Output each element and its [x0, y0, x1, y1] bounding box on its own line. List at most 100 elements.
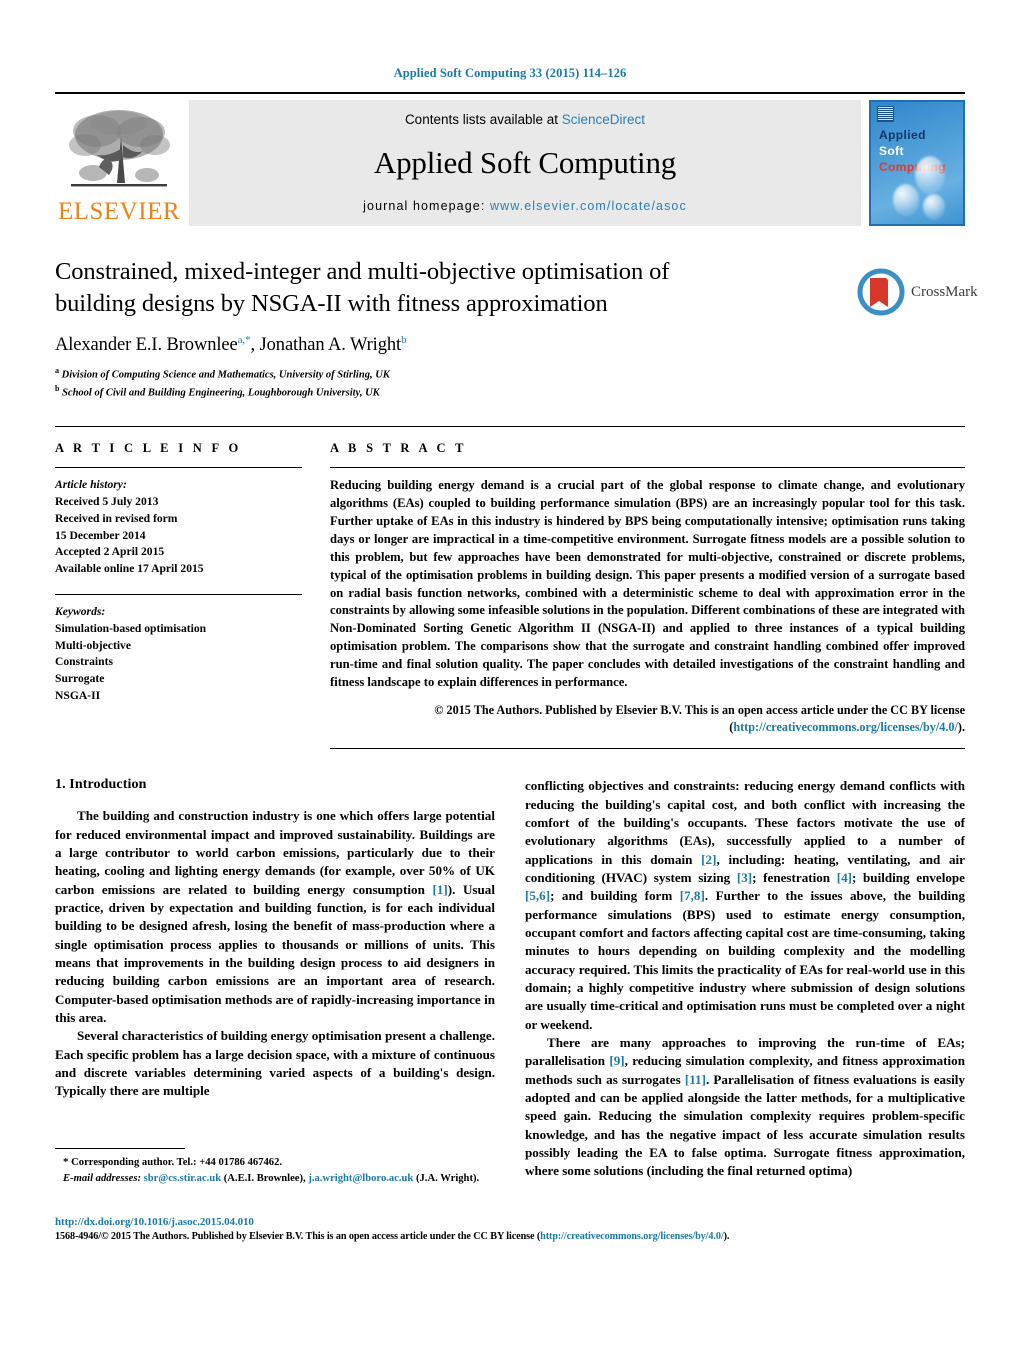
journal-cover-thumbnail: Applied Soft Computing	[869, 100, 965, 226]
contents-prefix: Contents lists available at	[404, 112, 562, 127]
journal-title: Applied Soft Computing	[373, 145, 677, 180]
affiliations: a Division of Computing Science and Math…	[55, 365, 965, 400]
history-item: 15 December 2014	[55, 528, 146, 542]
history-item: Available online 17 April 2015	[55, 562, 204, 576]
article-history: Article history: Received 5 July 2013 Re…	[55, 477, 302, 578]
email-owner-1: (A.E.I. Brownlee),	[223, 1172, 306, 1184]
journal-article-page: Applied Soft Computing 33 (2015) 114–126	[0, 0, 1020, 1351]
paragraph-text: . Further to the issues above, the build…	[525, 888, 966, 1032]
history-item: Received 5 July 2013	[55, 495, 159, 509]
sciencedirect-link[interactable]: ScienceDirect	[562, 112, 645, 127]
paragraph-text: The building and construction industry i…	[55, 808, 495, 897]
section-heading-introduction: 1. Introduction	[55, 777, 147, 793]
paragraph: conflicting objectives and constraints: …	[525, 777, 965, 1034]
journal-homepage-link[interactable]: www.elsevier.com/locate/asoc	[490, 199, 687, 213]
affiliation-b-marker: b	[55, 383, 60, 393]
elsevier-tree-icon	[69, 110, 170, 187]
abstract-column: A B S T R A C T Reducing building energy…	[330, 441, 965, 750]
keyword-item: Multi-objective	[55, 638, 131, 652]
article-history-label: Article history:	[55, 478, 127, 492]
citation-link[interactable]: [3]	[737, 870, 752, 885]
paragraph-text: . Parallelisation of fitness evaluations…	[525, 1071, 965, 1179]
masthead-region: ELSEVIER Contents lists available at Sci…	[0, 92, 1020, 226]
cover-title-line-1: Applied	[879, 128, 926, 142]
info-abstract-columns: A R T I C L E I N F O Article history: R…	[55, 441, 965, 750]
footer-license-link[interactable]: http://creativecommons.org/licenses/by/4…	[540, 1231, 723, 1242]
cover-blob-2	[893, 184, 919, 216]
abstract-text: Reducing building energy demand is a cru…	[330, 478, 965, 689]
footnote-block: * Corresponding author. Tel.: +44 01786 …	[55, 1148, 495, 1186]
issn-text: 1568-4946/© 2015 The Authors. Published …	[55, 1231, 541, 1242]
paragraph-text: Several characteristics of building ener…	[55, 1028, 495, 1099]
keyword-item: Surrogate	[55, 672, 105, 686]
license-close: ).	[957, 720, 965, 735]
doi-link[interactable]: http://dx.doi.org/10.1016/j.asoc.2015.04…	[55, 1216, 965, 1228]
issn-copyright-line: 1568-4946/© 2015 The Authors. Published …	[55, 1231, 965, 1242]
footnote-rule	[55, 1148, 185, 1149]
info-abstract-top-rule	[55, 426, 965, 428]
citation-link[interactable]: [2]	[701, 852, 716, 867]
citation-link[interactable]: [1]	[432, 882, 447, 897]
paragraph-text: ; and building form	[550, 888, 680, 904]
abstract-copyright: © 2015 The Authors. Published by Elsevie…	[330, 702, 965, 737]
journal-homepage-line: journal homepage: www.elsevier.com/locat…	[363, 199, 687, 213]
cover-blob-1	[915, 156, 945, 194]
license-link[interactable]: http://creativecommons.org/licenses/by/4…	[733, 720, 958, 734]
body-columns: 1. Introduction The building and constru…	[0, 777, 1020, 1180]
copyright-text: © 2015 The Authors. Published by Elsevie…	[434, 702, 965, 717]
keywords-rule	[55, 594, 302, 596]
corresponding-text: Corresponding author. Tel.: +44 01786 46…	[71, 1157, 283, 1168]
author-name-2: Jonathan A. Wright	[259, 334, 402, 355]
author-separator: ,	[250, 334, 260, 355]
body-column-left: 1. Introduction The building and constru…	[55, 777, 495, 1180]
page-title: Constrained, mixed-integer and multi-obj…	[55, 258, 670, 317]
issn-tail: ).	[723, 1231, 730, 1242]
author-name-1: Alexander E.I. Brownlee	[55, 334, 238, 355]
paragraph-text: ). Usual practice, driven by expectation…	[55, 881, 495, 1026]
masthead: ELSEVIER Contents lists available at Sci…	[55, 100, 965, 226]
article-info-column: A R T I C L E I N F O Article history: R…	[55, 441, 330, 749]
citation-link[interactable]: [4]	[837, 870, 852, 885]
paragraph: Several characteristics of building ener…	[55, 1027, 495, 1100]
article-info-rule	[55, 467, 302, 469]
affiliation-b: b School of Civil and Building Engineeri…	[55, 383, 965, 401]
abstract-rule	[330, 467, 965, 469]
affiliation-a-marker: a	[55, 365, 59, 375]
elsevier-logo: ELSEVIER	[55, 100, 183, 226]
citation-link[interactable]: [11]	[685, 1072, 706, 1087]
cover-blob-3	[923, 194, 945, 220]
paragraph-text: ; fenestration	[752, 870, 837, 886]
running-head: Applied Soft Computing 33 (2015) 114–126	[393, 66, 627, 80]
citation-link[interactable]: [9]	[609, 1053, 624, 1068]
homepage-prefix: journal homepage:	[363, 199, 490, 213]
author-1-affiliation-marker[interactable]: a,*	[238, 334, 251, 346]
elsevier-wordmark: ELSEVIER	[57, 198, 181, 225]
page-footer: http://dx.doi.org/10.1016/j.asoc.2015.04…	[55, 1216, 965, 1242]
corresponding-author-note: * Corresponding author. Tel.: +44 01786 …	[55, 1155, 495, 1171]
citation-link[interactable]: [7,8]	[680, 888, 705, 903]
email-link-1[interactable]: sbr@cs.stir.ac.uk	[144, 1173, 221, 1184]
crossmark-icon	[857, 268, 905, 316]
author-list: Alexander E.I. Brownleea,*, Jonathan A. …	[55, 334, 965, 356]
paragraph-text: ; building envelope	[852, 870, 965, 886]
history-item: Accepted 2 April 2015	[55, 545, 165, 559]
paragraph: There are many approaches to improving t…	[525, 1034, 965, 1181]
crossmark-badge[interactable]: CrossMark	[857, 261, 978, 323]
info-abstract-region: A R T I C L E I N F O Article history: R…	[0, 426, 1020, 750]
keywords-block: Keywords: Simulation-based optimisation …	[55, 604, 302, 705]
article-info-heading: A R T I C L E I N F O	[55, 441, 242, 456]
keyword-item: NSGA-II	[55, 689, 101, 703]
abstract-bottom-rule	[330, 748, 965, 750]
keyword-item: Constraints	[55, 655, 113, 669]
cover-title-line-2: Soft	[879, 144, 904, 158]
email-label: E-mail addresses:	[63, 1172, 141, 1184]
contents-available-line: Contents lists available at ScienceDirec…	[405, 112, 645, 127]
affiliation-a-text: Division of Computing Science and Mathem…	[61, 369, 390, 381]
masthead-center: Contents lists available at ScienceDirec…	[189, 100, 861, 226]
history-item: Received in revised form	[55, 511, 178, 525]
email-link-2[interactable]: j.a.wright@lboro.ac.uk	[308, 1173, 413, 1184]
cover-corner-icon	[877, 106, 894, 122]
author-2-affiliation-marker[interactable]: b	[401, 334, 407, 346]
citation-link[interactable]: [5,6]	[525, 888, 550, 903]
title-block: CrossMark Constrained, mixed-integer and…	[0, 256, 1020, 400]
